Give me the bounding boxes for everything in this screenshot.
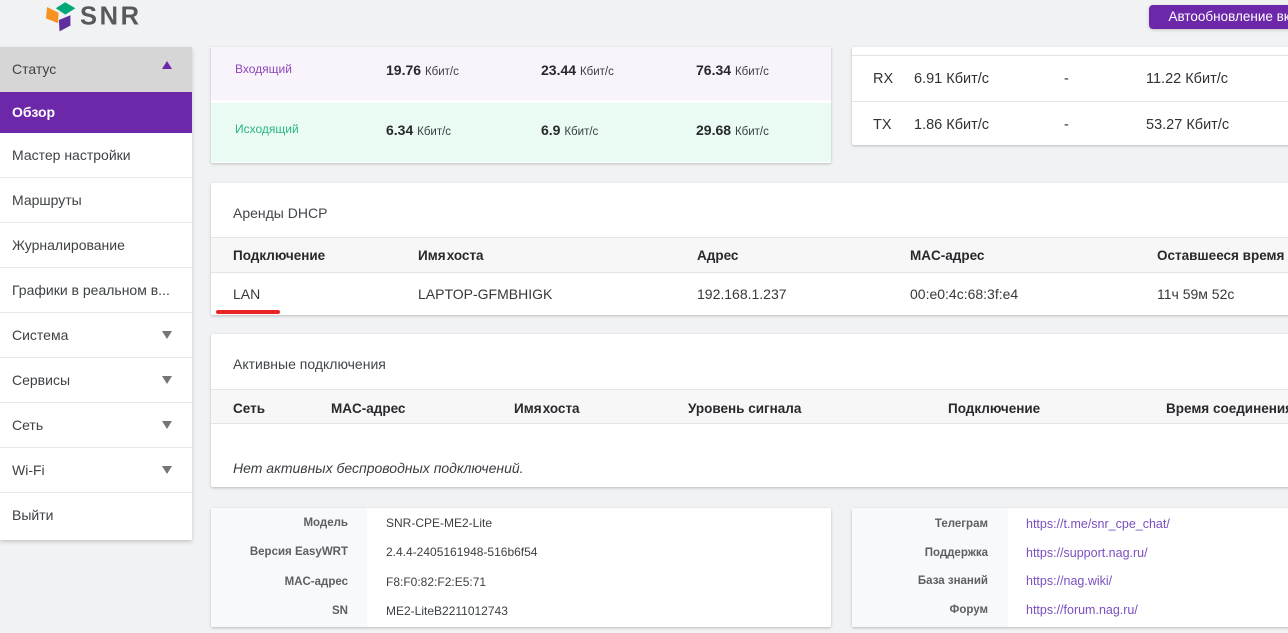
svg-text:SNR: SNR [80,3,142,31]
